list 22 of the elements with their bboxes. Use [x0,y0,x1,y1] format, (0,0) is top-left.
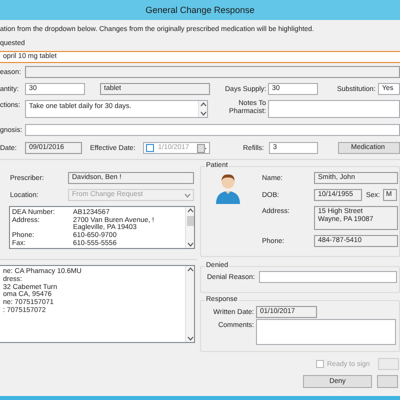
scrollbar[interactable] [185,266,194,342]
diagnosis-field[interactable] [25,124,400,136]
scroll-up-icon [186,267,194,272]
caret-icon [184,192,191,198]
button[interactable] [378,358,399,370]
calendar-icon [197,144,207,152]
scroll-thumb[interactable] [186,216,194,226]
button[interactable] [377,375,398,388]
scroll-up-icon [186,208,194,213]
checkbox[interactable] [146,144,154,152]
reason-field[interactable] [25,66,400,78]
scroll-down-icon [200,111,206,116]
scrollbar[interactable] [198,101,207,117]
comments-field[interactable] [256,319,396,345]
scrollbar[interactable] [185,207,194,248]
person-avatar-icon [215,173,241,205]
scroll-down-icon [186,242,194,247]
scroll-up-icon [200,102,206,107]
window-title: General Change Response [145,5,255,15]
scroll-down-icon [186,336,194,341]
notes-field[interactable] [268,100,400,118]
denial-reason-field[interactable] [259,271,397,283]
